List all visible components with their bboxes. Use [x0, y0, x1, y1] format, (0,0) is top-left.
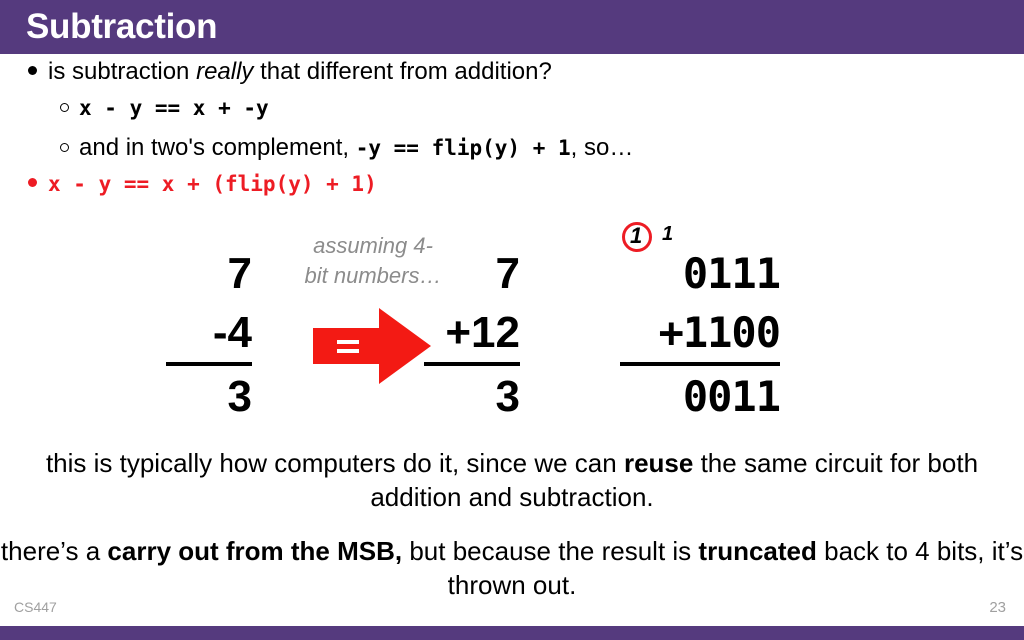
slide-number: 23: [989, 599, 1006, 616]
bullet-list: is subtraction really that different fro…: [0, 60, 1024, 212]
page-title: Subtraction: [26, 7, 218, 46]
bullet-item-2: and in two's complement, -y == flip(y) +…: [0, 136, 1024, 174]
bullet-text-0-part-0: is subtraction: [48, 58, 197, 85]
reuse-paragraph-part-1: reuse: [623, 448, 694, 478]
carry-out-paragraph-part-2: but because the result is: [402, 536, 699, 566]
bullet-text-1: x - y == x + -y: [79, 96, 269, 120]
hollow-bullet-icon: [60, 143, 69, 152]
carry-out-paragraph-part-1: carry out from the MSB,: [107, 536, 403, 566]
bullet-item-0: is subtraction really that different fro…: [0, 60, 1024, 98]
solid-bullet-red-icon: [28, 178, 37, 187]
bullet-text-2-part-0: and in two's complement,: [79, 134, 356, 161]
equals-arrow-icon: [313, 308, 431, 384]
difference: 3: [227, 372, 252, 421]
hollow-bullet-icon: [60, 103, 69, 112]
binary-addend-2: +1100: [620, 304, 781, 366]
bullet-text-3: x - y == x + (flip(y) + 1): [48, 172, 377, 196]
bullet-item-3: x - y == x + (flip(y) + 1): [0, 174, 1024, 212]
assumption-note-line-1: assuming 4-: [313, 233, 433, 258]
solid-bullet-icon: [28, 66, 37, 75]
carry-bit-plain: 1: [662, 223, 674, 245]
binary-sum: 0011: [682, 372, 781, 421]
subtrahend: -4: [166, 304, 252, 366]
bullet-text-2-part-1: -y == flip(y) + 1: [355, 136, 571, 160]
assumption-note: assuming 4- bit numbers…: [283, 231, 463, 291]
math-figure: 7 -4 3 7 +12 3 0111 +1100 0011: [0, 225, 1024, 425]
reuse-paragraph: this is typically how computers do it, s…: [0, 446, 1024, 514]
carry-bit-circled: 1: [630, 223, 643, 248]
minuend: 7: [227, 249, 252, 298]
course-label: CS447: [14, 599, 57, 615]
decimal-subtraction-column: 7 -4 3: [166, 245, 252, 426]
sum: 3: [495, 372, 520, 421]
bottom-accent-bar: [0, 626, 1024, 640]
bullet-text-2: and in two's complement, -y == flip(y) +…: [79, 136, 633, 160]
assumption-note-line-2: bit numbers…: [304, 263, 442, 288]
addend-2: +12: [424, 304, 520, 366]
binary-addition-column: 0111 +1100 0011: [620, 245, 781, 426]
carry-out-paragraph: there’s a carry out from the MSB, but be…: [0, 534, 1024, 602]
carry-out-paragraph-part-0: there’s a: [0, 536, 108, 566]
bullet-item-1: x - y == x + -y: [0, 98, 1024, 136]
carry-out-paragraph-part-3: truncated: [698, 536, 817, 566]
bullet-text-0-part-1: really: [196, 58, 254, 85]
bullet-text-0: is subtraction really that different fro…: [48, 60, 552, 84]
carry-marks: 1 1: [622, 222, 742, 256]
bullet-text-2-part-2: , so…: [570, 134, 634, 161]
reuse-paragraph-part-0: this is typically how computers do it, s…: [45, 448, 624, 478]
bullet-text-0-part-2: that different from addition?: [253, 58, 552, 85]
